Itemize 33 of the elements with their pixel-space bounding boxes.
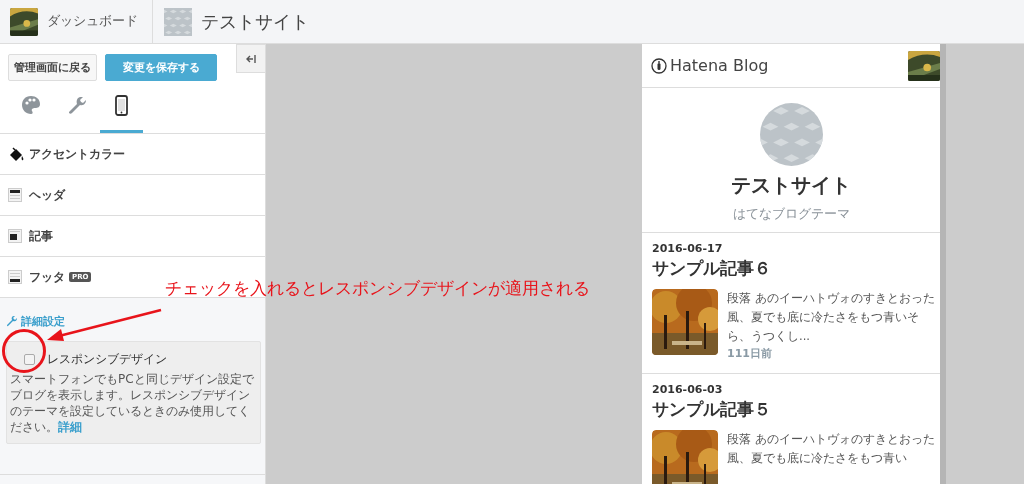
blog-icon (164, 7, 192, 36)
site-title: テストサイト (201, 9, 309, 34)
blog-subtitle: はてなブログテーマ (732, 205, 850, 223)
brand-name: Hatena Blog (670, 56, 769, 75)
layout-icon (8, 188, 24, 202)
hatena-logo-icon (651, 57, 667, 74)
entry-title[interactable]: サンプル記事５ (652, 398, 937, 421)
dashboard-link[interactable]: ダッシュボード (47, 13, 138, 30)
wrench-icon (6, 315, 18, 327)
collapse-button[interactable] (236, 44, 265, 73)
entry-title[interactable]: サンプル記事６ (652, 257, 937, 280)
palette-icon (21, 95, 42, 116)
section-link[interactable]: アクセントカラー (29, 145, 125, 163)
paint-bucket-icon (8, 147, 24, 161)
section-link[interactable]: フッタ (29, 268, 65, 286)
layout-icon (8, 270, 24, 284)
checkbox[interactable] (24, 354, 35, 365)
entry-date: 2016-06-03 (652, 383, 724, 396)
entry-excerpt: 段落 あのイーハトヴォのすきとおった風、夏でも底に冷たさをもつ青い (727, 431, 936, 467)
annotation-text: チェックを入れるとレスポンシブデザインが適用される (165, 277, 590, 300)
wrench-icon (66, 95, 87, 116)
section-link[interactable]: ヘッダ (29, 186, 65, 204)
description-text: スマートフォンでもPCと同じデザイン設定でブログを表示します。レスポンシブデザインのテーマを設定しているときのみ使用してください。詳細 (10, 371, 255, 435)
checkbox-label: レスポンシブデザイン (47, 351, 167, 368)
annotation-circle (1, 328, 47, 374)
section-link[interactable]: 記事 (29, 227, 53, 245)
layout-icon (8, 229, 24, 243)
entry-excerpt: 段落 あのイーハトヴォのすきとおった風、夏でも底に冷たさをもつ青いそら、うつくし... (727, 290, 936, 345)
entry-date: 2016-06-17 (652, 242, 724, 255)
blog-title: テストサイト (731, 172, 851, 199)
arrow-bar-icon (246, 53, 256, 64)
entry-age: 111日前 (727, 346, 773, 361)
back-button[interactable]: 管理画面に戻る (8, 54, 97, 81)
